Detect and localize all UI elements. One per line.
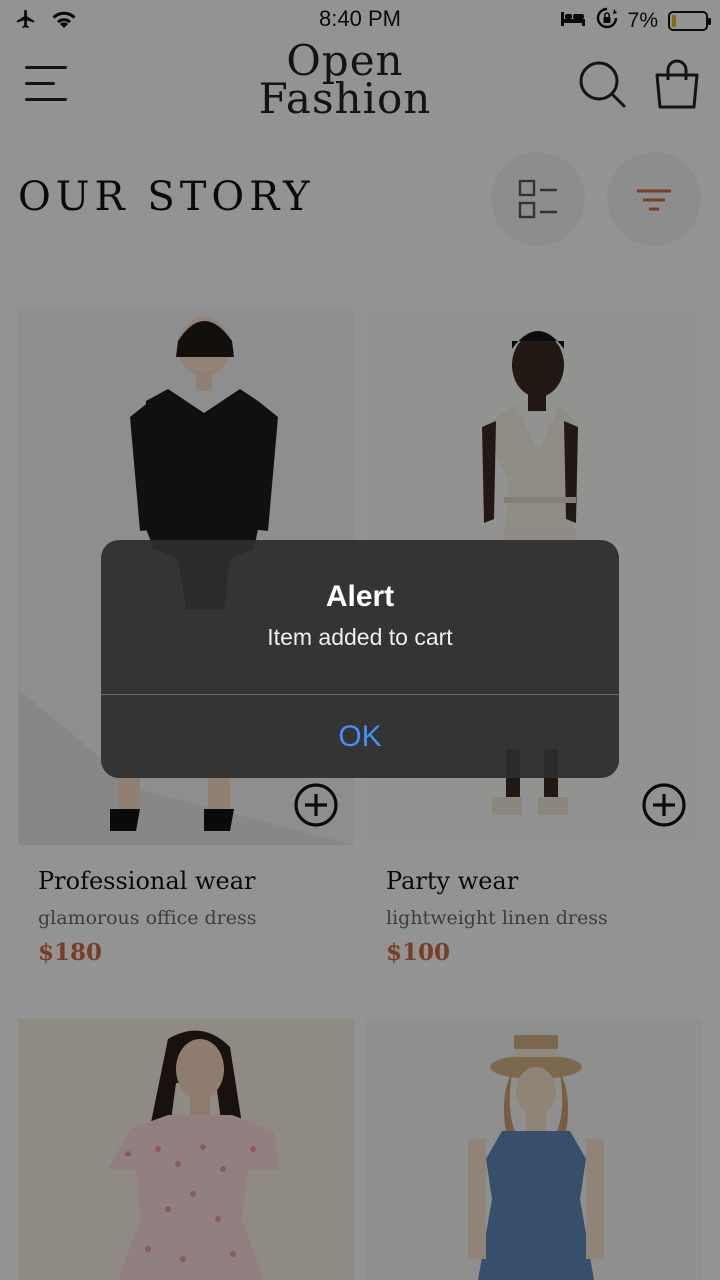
- alert-title: Alert: [325, 580, 395, 613]
- ok-button[interactable]: OK: [101, 695, 619, 778]
- alert-dialog: Alert Item added to cart OK: [101, 540, 619, 778]
- alert-message: Item added to cart: [267, 624, 453, 650]
